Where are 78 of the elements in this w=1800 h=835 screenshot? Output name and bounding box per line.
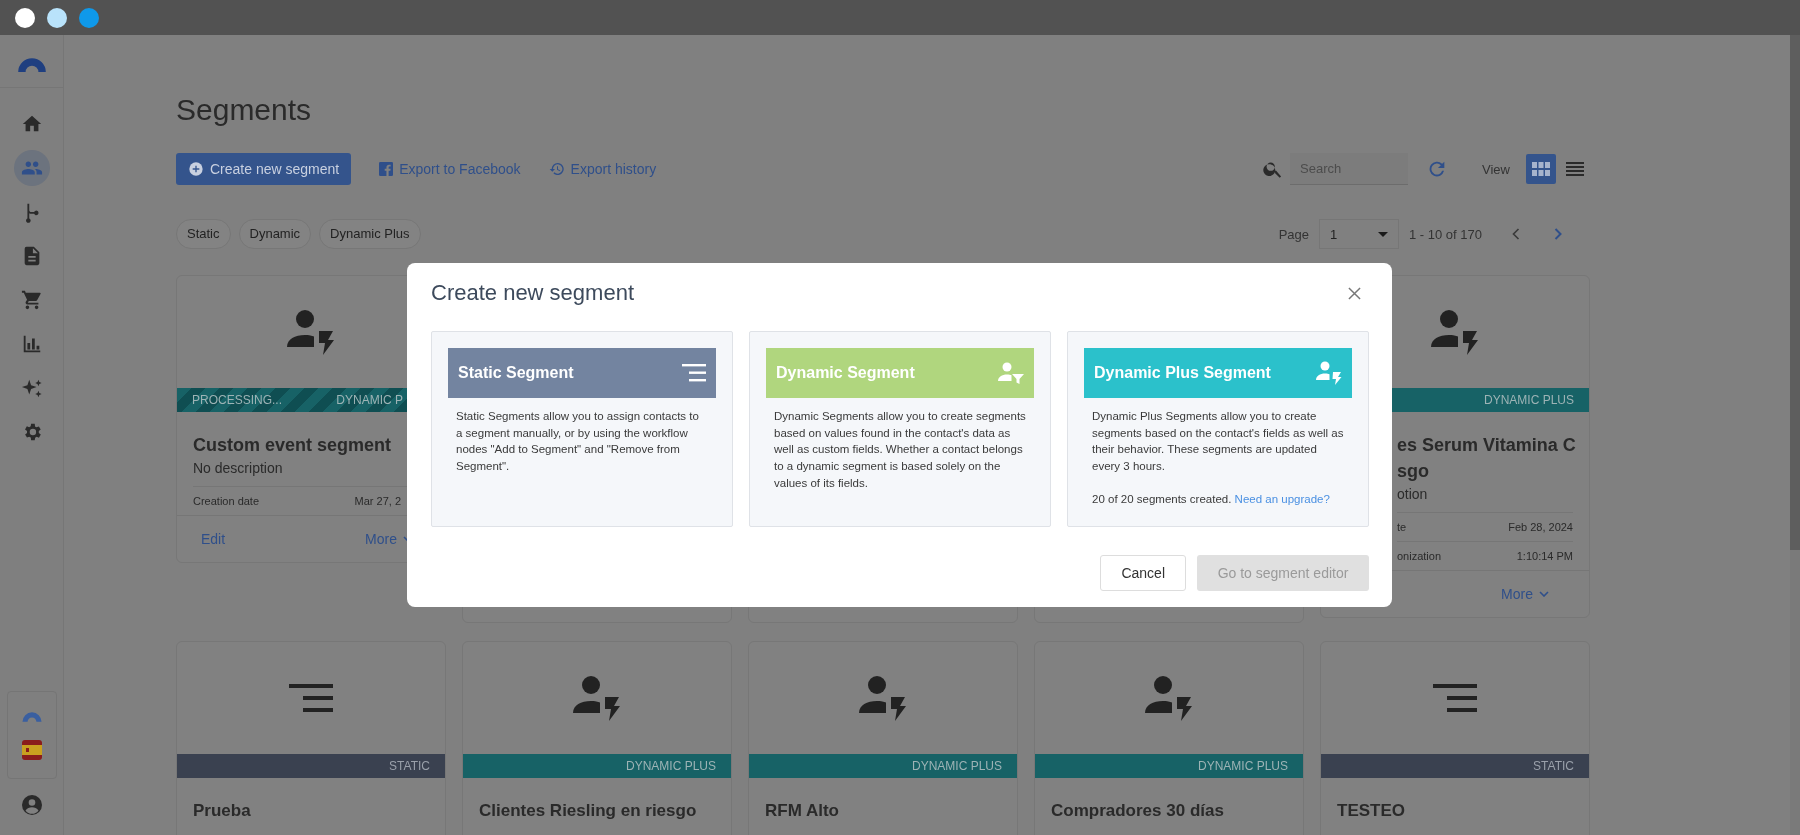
person-bolt-icon [1316, 361, 1342, 385]
person-bolt-icon [1145, 675, 1193, 721]
ai-icon [20, 377, 43, 399]
page-range: 1 - 10 of 170 [1409, 226, 1482, 242]
filter-chip[interactable]: Static [176, 219, 231, 249]
person-bolt-icon [287, 309, 335, 355]
sidebar-item[interactable] [13, 150, 50, 186]
segment-type-label: STATIC [389, 759, 430, 773]
more-menu-link[interactable]: More [1501, 586, 1549, 602]
info-label: onization [1397, 550, 1442, 562]
close-icon[interactable] [1348, 286, 1361, 300]
person-bolt-icon [573, 675, 621, 721]
lines-icon [682, 364, 706, 382]
cart-icon [20, 289, 43, 311]
option-title: Dynamic Segment [776, 364, 915, 382]
list-icon [1566, 162, 1584, 176]
window-control-icon[interactable] [15, 7, 35, 28]
caret-icon [1378, 231, 1388, 237]
segment-type-label: DYNAMIC PLUS [911, 759, 1002, 773]
segment-type-label: DYNAMIC PLUS [1483, 393, 1574, 407]
grid-icon [1532, 162, 1550, 176]
segment-type-label: DYNAMIC P [336, 393, 403, 407]
person-filter-icon [998, 362, 1024, 384]
segment-title: RFM Alto [765, 800, 840, 822]
grid-view-button[interactable] [1526, 154, 1556, 184]
segment-type-label: DYNAMIC PLUS [1197, 759, 1288, 773]
info-value: Mar 27, 2 [354, 495, 401, 507]
segment-title: Clientes Riesling en riesgo [479, 800, 698, 822]
segment-card[interactable]: DYNAMIC PLUS Compradores 30 días [1034, 641, 1304, 835]
status-label: PROCESSING... [192, 393, 283, 407]
info-label: te [1397, 521, 1407, 533]
segment-title: Prueba [193, 800, 252, 822]
view-label: View [1482, 161, 1510, 177]
page-select[interactable]: 1 [1319, 219, 1399, 249]
segment-title: Custom event segment [193, 434, 393, 457]
window-control-icon[interactable] [47, 7, 67, 28]
flag-icon[interactable] [21, 740, 42, 760]
segment-title: TESTEO [1337, 800, 1406, 822]
segment-title: es Serum Vitamina C sgo [1397, 434, 1573, 483]
info-value: Feb 28, 2024 [1508, 521, 1573, 533]
segment-type-option[interactable]: Static Segment Static Segments allow you to assign contacts to a segment manually, or by using the workflow nodes "Add to Segment" and "Remove from Segment". [431, 331, 733, 527]
segment-card[interactable]: STATIC TESTEO [1320, 641, 1590, 835]
person-bolt-icon [859, 675, 907, 721]
user-avatar-icon[interactable] [19, 793, 44, 817]
chevron-down-icon [1539, 591, 1549, 597]
segment-description: otion [1397, 486, 1573, 513]
segment-type-label: DYNAMIC PLUS [625, 759, 716, 773]
create-segment-button[interactable]: Create new segment [176, 153, 352, 185]
facebook-icon [379, 162, 394, 176]
info-label: Creation date [193, 495, 260, 507]
lines-icon [289, 684, 333, 712]
option-description: Static Segments allow you to assign contacts to a segment manually, or by using the workflow nodes "Add to Segment" and "Remove from Segment". [456, 409, 700, 474]
segment-type-option[interactable] [1067, 331, 1369, 527]
person-bolt-icon [1431, 309, 1479, 355]
page-title: Segments [176, 92, 313, 128]
option-title: Static Segment [458, 364, 574, 382]
plus-circle-icon [188, 161, 204, 177]
lines-icon [1433, 684, 1477, 712]
filter-chip[interactable]: Dynamic Plus [319, 219, 421, 249]
filter-chip[interactable]: Dynamic [238, 219, 312, 249]
page-label: Page [1278, 226, 1309, 242]
export-facebook-link[interactable]: Export to Facebook [379, 161, 521, 177]
option-title: Dynamic Plus Segment [1094, 364, 1271, 382]
segment-type-option[interactable] [749, 331, 1051, 527]
edit-link[interactable]: Edit [201, 531, 226, 547]
scrollbar[interactable] [1790, 35, 1800, 835]
option-description: Dynamic Segments allow you to create segments based on values found in the contact's data as well as custom fields. Whether a contact belongs to a dynamic segment is based solely on the values of its fields. [774, 409, 1026, 491]
segment-type-label: STATIC [1533, 759, 1574, 773]
info-value: 1:10:14 PM [1516, 550, 1573, 562]
segment-title: Compradores 30 días [1051, 800, 1225, 822]
export-history-link[interactable]: Export history [548, 161, 657, 177]
logo-icon[interactable] [15, 55, 48, 72]
quota-text: 20 of 20 segments created. [1092, 492, 1232, 505]
segment-card[interactable]: DYNAMIC PLUS RFM Alto [748, 641, 1018, 835]
segment-card[interactable]: DYNAMIC PLUS Clientes Riesling en riesgo [462, 641, 732, 835]
cancel-button[interactable]: Cancel [1100, 555, 1186, 591]
history-icon [548, 161, 565, 177]
segment-card[interactable]: STATIC Prueba [176, 641, 446, 835]
